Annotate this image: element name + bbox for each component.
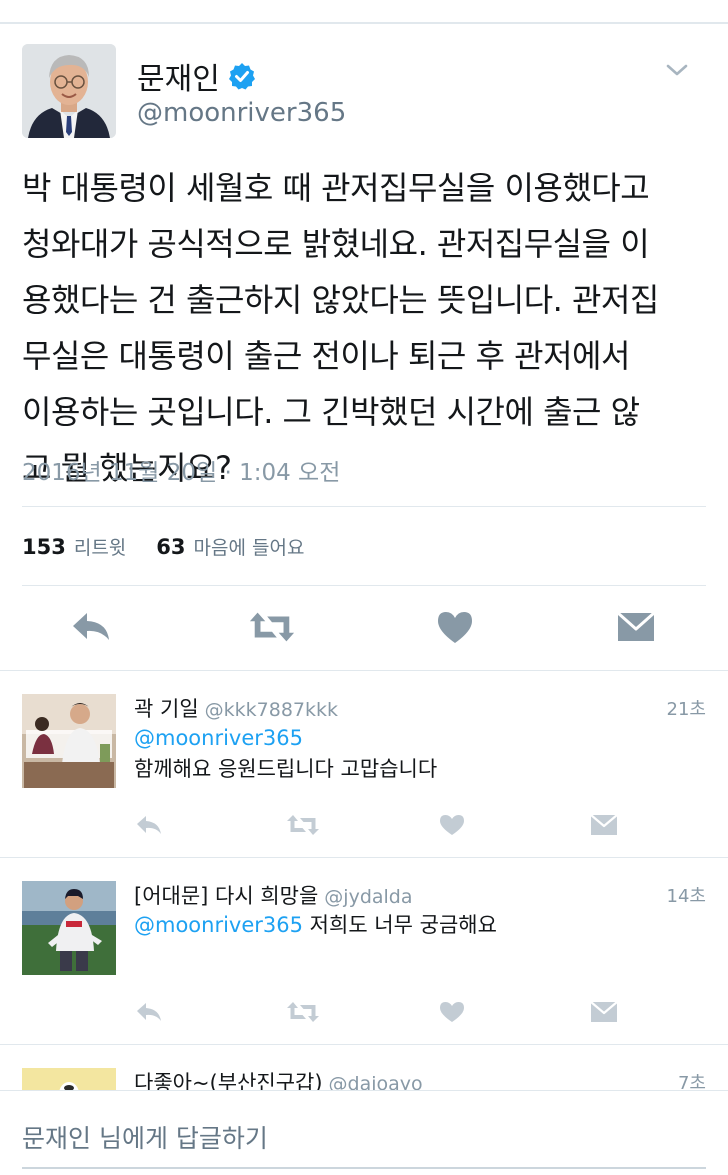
tweet-timestamp: 2016년 11월 20일 · 1:04 오전 [22,460,341,486]
retweet-label[interactable]: 리트윗 [74,533,126,560]
direct-message-icon[interactable] [587,997,621,1027]
tweet-text-line: 박 대통령이 세월호 때 관저집무실을 이용했다고 [22,169,650,207]
reply-avatar[interactable] [22,694,116,788]
reply-action-bar [0,997,728,1027]
reply-icon[interactable] [67,605,115,649]
tweet-text-line: 용했다는 건 출근하지 않았다는 뜻입니다. 관저집 [22,281,659,319]
tweet-stats: 153 리트윗 63 마음에 들어요 [22,533,304,560]
heart-icon[interactable] [435,997,469,1027]
tweet-action-bar [0,605,728,655]
retweet-icon[interactable] [286,810,320,840]
reply-timestamp: 14초 [666,886,706,907]
reply-mention[interactable]: @moonriver365 [134,723,437,754]
heart-icon[interactable] [431,605,479,649]
chevron-down-icon[interactable] [662,58,692,82]
divider [22,585,706,586]
reply-text: @moonriver365 저희도 너무 궁금해요 [134,910,497,941]
direct-message-icon[interactable] [612,605,660,649]
reply-avatar[interactable] [22,881,116,975]
reply-body: 함께해요 응원드립니다 고맙습니다 [134,757,438,781]
retweet-icon[interactable] [286,997,320,1027]
reply-author-handle: @dajoayo [328,1073,423,1090]
author-name-text: 문재인 [137,62,220,97]
reply-author-handle: @kkk7887kkk [204,699,339,721]
divider [0,857,728,858]
verified-badge-icon [228,62,256,90]
reply-author-name: 다좋아~(부산진구갑) [134,1071,323,1090]
heart-icon[interactable] [435,810,469,840]
direct-message-icon[interactable] [587,810,621,840]
reply-author[interactable]: [어대문] 다시 희망을 @jydalda [134,880,413,910]
reply-item[interactable]: 다좋아~(부산진구갑) @dajoayo 7초 [0,1045,728,1090]
reply-input-underline [22,1167,706,1169]
tweet-text: 박 대통령이 세월호 때 관저집무실을 이용했다고 청와대가 공식적으로 밝혔네… [22,160,712,496]
reply-author[interactable]: 곽 기일 @kkk7887kkk [134,693,338,723]
reply-text: @moonriver365 함께해요 응원드립니다 고맙습니다 [134,723,437,785]
reply-author-name: [어대문] 다시 희망을 [134,884,319,908]
reply-author-handle: @jydalda [324,886,413,908]
divider [22,506,706,507]
divider [0,670,728,671]
reply-composer[interactable]: 문재인 님에게 답글하기 [0,1090,728,1175]
reply-icon[interactable] [132,810,166,840]
retweet-icon[interactable] [248,605,296,649]
reply-body: 저희도 너무 궁금해요 [303,913,497,937]
reply-action-bar [0,810,728,840]
tweet-text-line: 이용하는 곳입니다. 그 긴박했던 시간에 출근 않 [22,393,640,431]
reply-mention[interactable]: @moonriver365 [134,913,303,937]
reply-avatar[interactable] [22,1068,116,1090]
top-divider [0,22,728,24]
author-name[interactable]: 문재인 [137,54,256,98]
author-handle[interactable]: @moonriver365 [137,98,346,128]
reply-timestamp: 21초 [666,699,706,720]
reply-author[interactable]: 다좋아~(부산진구갑) @dajoayo [134,1067,423,1090]
reply-author-name: 곽 기일 [134,697,199,721]
reply-icon[interactable] [132,997,166,1027]
reply-input-placeholder[interactable]: 문재인 님에게 답글하기 [22,1119,268,1155]
retweet-count[interactable]: 153 [22,535,66,559]
author-avatar[interactable] [22,44,116,138]
like-label[interactable]: 마음에 들어요 [194,533,305,560]
tweet-text-line: 청와대가 공식적으로 밝혔네요. 관저집무실을 이 [22,225,650,263]
like-count[interactable]: 63 [156,535,185,559]
reply-timestamp: 7초 [677,1073,706,1090]
tweet-text-line: 무실은 대통령이 출근 전이나 퇴근 후 관저에서 [22,337,630,375]
